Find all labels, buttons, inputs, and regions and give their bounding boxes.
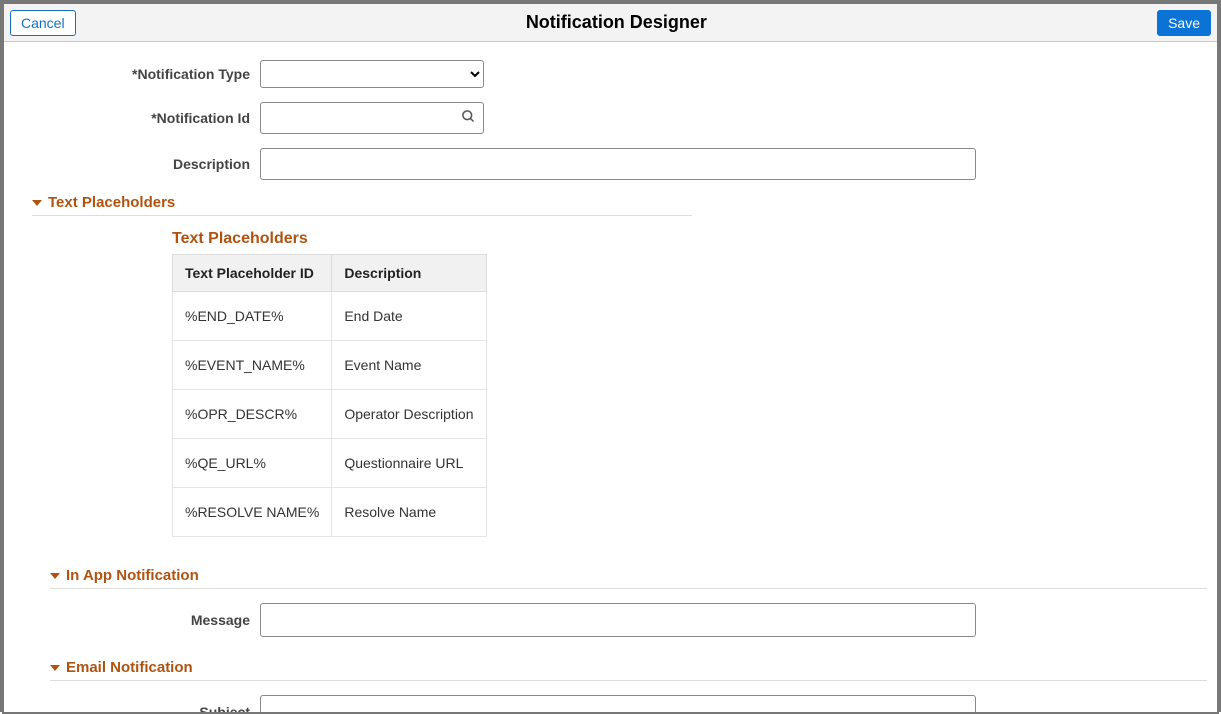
subject-label: Subject xyxy=(32,704,260,712)
notification-id-label: *Notification Id xyxy=(32,110,260,126)
text-placeholders-table-title: Text Placeholders xyxy=(172,230,1189,248)
chevron-down-icon xyxy=(50,665,60,671)
notification-type-label: *Notification Type xyxy=(32,66,260,82)
field-notification-type: *Notification Type xyxy=(32,60,1189,88)
section-email-title: Email Notification xyxy=(66,659,193,676)
subject-input[interactable] xyxy=(260,695,976,712)
table-row: %END_DATE% End Date xyxy=(173,292,487,341)
content-scroll[interactable]: *Notification Type *Notification Id Desc… xyxy=(4,42,1217,712)
section-in-app-toggle[interactable]: In App Notification xyxy=(50,567,1189,584)
table-row: %EVENT_NAME% Event Name xyxy=(173,341,487,390)
page-title: Notification Designer xyxy=(76,12,1157,33)
section-text-placeholders-title: Text Placeholders xyxy=(48,194,175,211)
divider xyxy=(32,215,692,216)
placeholder-id-cell: %END_DATE% xyxy=(173,292,332,341)
cancel-button[interactable]: Cancel xyxy=(10,10,76,36)
chevron-down-icon xyxy=(50,573,60,579)
placeholder-desc-cell: Resolve Name xyxy=(332,488,486,537)
placeholder-desc-cell: Operator Description xyxy=(332,390,486,439)
field-notification-id: *Notification Id xyxy=(32,102,1189,134)
section-text-placeholders-toggle[interactable]: Text Placeholders xyxy=(32,194,1189,211)
field-subject: Subject xyxy=(32,695,1189,712)
table-row: %OPR_DESCR% Operator Description xyxy=(173,390,487,439)
chevron-down-icon xyxy=(32,200,42,206)
divider xyxy=(50,680,1207,681)
col-placeholder-desc: Description xyxy=(332,255,486,292)
description-label: Description xyxy=(32,156,260,172)
table-row: %QE_URL% Questionnaire URL xyxy=(173,439,487,488)
section-email-toggle[interactable]: Email Notification xyxy=(50,659,1189,676)
placeholder-desc-cell: Questionnaire URL xyxy=(332,439,486,488)
notification-id-input[interactable] xyxy=(260,102,484,134)
field-description: Description xyxy=(32,148,1189,180)
message-label: Message xyxy=(32,612,260,628)
placeholder-id-cell: %EVENT_NAME% xyxy=(173,341,332,390)
placeholder-desc-cell: End Date xyxy=(332,292,486,341)
save-button[interactable]: Save xyxy=(1157,10,1211,36)
placeholder-id-cell: %QE_URL% xyxy=(173,439,332,488)
text-placeholders-table: Text Placeholder ID Description %END_DAT… xyxy=(172,254,487,537)
table-row: %RESOLVE NAME% Resolve Name xyxy=(173,488,487,537)
section-in-app-title: In App Notification xyxy=(66,567,199,584)
description-input[interactable] xyxy=(260,148,976,180)
notification-type-select[interactable] xyxy=(260,60,484,88)
message-input[interactable] xyxy=(260,603,976,637)
text-placeholders-block: Text Placeholders Text Placeholder ID De… xyxy=(172,230,1189,537)
placeholder-id-cell: %RESOLVE NAME% xyxy=(173,488,332,537)
placeholder-desc-cell: Event Name xyxy=(332,341,486,390)
field-message: Message xyxy=(32,603,1189,637)
placeholder-id-cell: %OPR_DESCR% xyxy=(173,390,332,439)
title-bar: Cancel Notification Designer Save xyxy=(4,4,1217,42)
divider xyxy=(50,588,1207,589)
col-placeholder-id: Text Placeholder ID xyxy=(173,255,332,292)
